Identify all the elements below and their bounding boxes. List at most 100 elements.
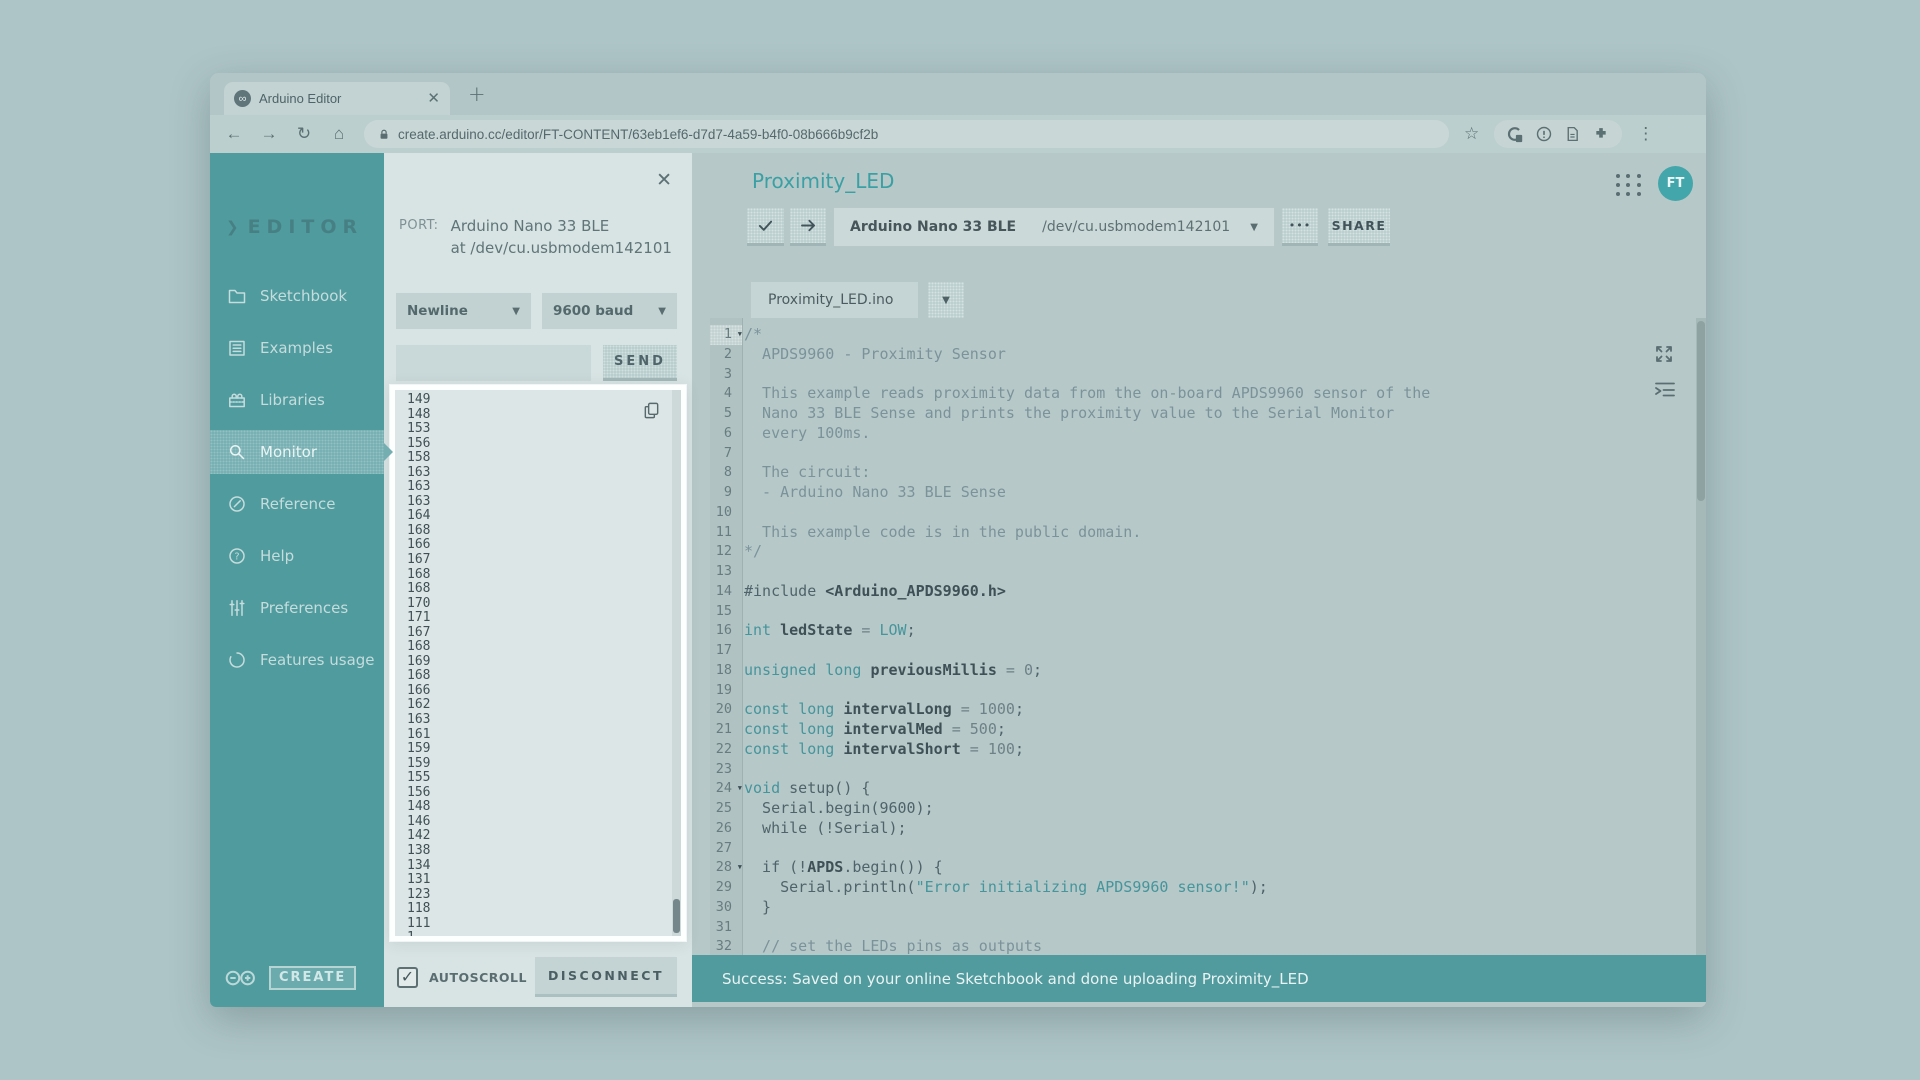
serial-output-line: 1 — [407, 931, 681, 936]
serial-output-line: 158 — [407, 451, 681, 466]
code-line: if (!APDS.begin()) { — [744, 858, 1684, 878]
code-line: This example reads proximity data from t… — [744, 384, 1684, 404]
forward-icon[interactable]: → — [259, 124, 279, 144]
gutter-line-number: 22 — [710, 740, 742, 760]
code-editor[interactable]: /* APDS9960 - Proximity Sensor This exam… — [744, 318, 1684, 955]
avatar[interactable]: FT — [1658, 166, 1693, 201]
sidebar-item-monitor[interactable]: Monitor — [210, 430, 384, 474]
gutter-line-number: 25 — [710, 799, 742, 819]
send-button[interactable]: SEND — [603, 345, 677, 381]
line-ending-select[interactable]: Newline ▼ — [396, 293, 531, 329]
code-line — [744, 641, 1684, 661]
sidebar-item-reference[interactable]: Reference — [210, 482, 384, 526]
gutter-line-number: 13 — [710, 562, 742, 582]
browser-tab[interactable]: ∞ Arduino Editor ✕ — [224, 82, 450, 115]
puzzle-extensions-icon[interactable] — [1592, 125, 1610, 143]
back-icon[interactable]: ← — [224, 124, 244, 144]
sidebar-item-examples[interactable]: Examples — [210, 326, 384, 370]
apps-grid-icon[interactable] — [1616, 174, 1642, 196]
gutter-line-number: 28▼ — [710, 858, 742, 878]
sidebar-item-preferences[interactable]: Preferences — [210, 586, 384, 630]
scrollbar-thumb[interactable] — [673, 899, 680, 933]
gutter-line-number: 14 — [710, 582, 742, 602]
serial-send-input[interactable] — [396, 345, 591, 381]
share-button[interactable]: SHARE — [1328, 208, 1390, 246]
gutter-line-number: 26 — [710, 819, 742, 839]
sidebar-item-libraries[interactable]: Libraries — [210, 378, 384, 422]
bookmark-star-icon[interactable]: ☆ — [1464, 124, 1479, 144]
sidebar-item-label: Preferences — [260, 599, 348, 617]
upload-button[interactable] — [790, 208, 826, 246]
folder-icon — [227, 286, 247, 306]
tab-close-icon[interactable]: ✕ — [427, 91, 440, 106]
code-line — [744, 503, 1684, 523]
gutter-line-number: 31 — [710, 918, 742, 938]
code-line: const long intervalLong = 1000; — [744, 700, 1684, 720]
fold-caret-icon[interactable]: ▼ — [738, 858, 742, 878]
serial-output-line: 148 — [407, 800, 681, 815]
serial-output-line: 159 — [407, 757, 681, 772]
code-line: Nano 33 BLE Sense and prints the proximi… — [744, 404, 1684, 424]
sidebar-item-help[interactable]: ?Help — [210, 534, 384, 578]
disconnect-button[interactable]: DISCONNECT — [535, 957, 677, 997]
gutter-line-number: 16 — [710, 621, 742, 641]
extension-badge-icon[interactable] — [1506, 125, 1524, 143]
home-icon[interactable]: ⌂ — [329, 124, 349, 144]
sidebar-item-features-usage[interactable]: Features usage — [210, 638, 384, 682]
verify-button[interactable] — [747, 208, 784, 246]
serial-output-line: 155 — [407, 771, 681, 786]
serial-output-list[interactable]: 1491481531561581631631631641681661671681… — [395, 390, 681, 936]
scrollbar-thumb[interactable] — [1697, 321, 1705, 501]
board-selector[interactable]: Arduino Nano 33 BLE /dev/cu.usbmodem1421… — [834, 208, 1274, 246]
monitor-bottom-row: ✓ AUTOSCROLL DISCONNECT — [397, 957, 677, 997]
browser-tab-bar: ∞ Arduino Editor ✕ + — [210, 73, 1706, 115]
monitor-close-icon[interactable]: ✕ — [656, 171, 672, 190]
port-info: PORT: Arduino Nano 33 BLE at /dev/cu.usb… — [399, 215, 672, 259]
more-options-button[interactable]: ••• — [1282, 208, 1318, 246]
port-location: at /dev/cu.usbmodem142101 — [451, 237, 672, 259]
gutter-line-number: 5 — [710, 404, 742, 424]
fullscreen-expand-icon[interactable] — [1653, 343, 1675, 365]
sidebar-item-sketchbook[interactable]: Sketchbook — [210, 274, 384, 318]
serial-output-line: 169 — [407, 655, 681, 670]
gutter-line-number: 7 — [710, 444, 742, 464]
baud-rate-select[interactable]: 9600 baud ▼ — [542, 293, 677, 329]
code-gutter: 1▼23456789101112131415161718192021222324… — [710, 318, 743, 955]
fold-caret-icon[interactable]: ▼ — [738, 325, 742, 345]
reload-icon[interactable]: ↻ — [294, 124, 314, 144]
info-icon[interactable] — [1535, 125, 1553, 143]
gutter-line-number: 4 — [710, 384, 742, 404]
file-tab-menu-button[interactable]: ▼ — [928, 282, 964, 318]
code-line: } — [744, 898, 1684, 918]
gutter-line-number: 10 — [710, 503, 742, 523]
code-line: This example code is in the public domai… — [744, 523, 1684, 543]
fold-caret-icon[interactable]: ▼ — [738, 779, 742, 799]
gutter-line-number: 24▼ — [710, 779, 742, 799]
serial-output-line: 153 — [407, 422, 681, 437]
code-scrollbar[interactable] — [1696, 318, 1706, 955]
autoscroll-checkbox[interactable]: ✓ — [397, 967, 418, 988]
new-tab-button[interactable]: + — [468, 82, 486, 106]
browser-menu-icon[interactable]: ⋮ — [1637, 124, 1654, 144]
copy-icon[interactable] — [642, 401, 661, 424]
serial-output-line: 123 — [407, 888, 681, 903]
serial-output-line: 138 — [407, 844, 681, 859]
document-icon[interactable] — [1564, 125, 1581, 143]
gutter-line-number: 11 — [710, 523, 742, 543]
code-line: unsigned long previousMillis = 0; — [744, 661, 1684, 681]
console-log-icon[interactable] — [1653, 380, 1677, 400]
file-tab[interactable]: Proximity_LED.ino — [751, 282, 918, 318]
url-bar[interactable]: create.arduino.cc/editor/FT-CONTENT/63eb… — [364, 120, 1449, 148]
code-line: Serial.println("Error initializing APDS9… — [744, 878, 1684, 898]
chevron-right-icon: ❯ — [226, 218, 239, 236]
serial-output-line: 131 — [407, 873, 681, 888]
serial-output-line: 164 — [407, 509, 681, 524]
sidebar-item-label: Monitor — [260, 443, 317, 461]
serial-output-line: 149 — [407, 393, 681, 408]
serial-output-scrollbar[interactable] — [672, 390, 681, 936]
sidebar-item-label: Examples — [260, 339, 333, 357]
serial-output-line: 163 — [407, 495, 681, 510]
browser-window: ∞ Arduino Editor ✕ + ← → ↻ ⌂ create.ardu… — [210, 73, 1706, 1007]
sidebar-item-label: Features usage — [260, 651, 375, 669]
serial-output-line: 167 — [407, 553, 681, 568]
